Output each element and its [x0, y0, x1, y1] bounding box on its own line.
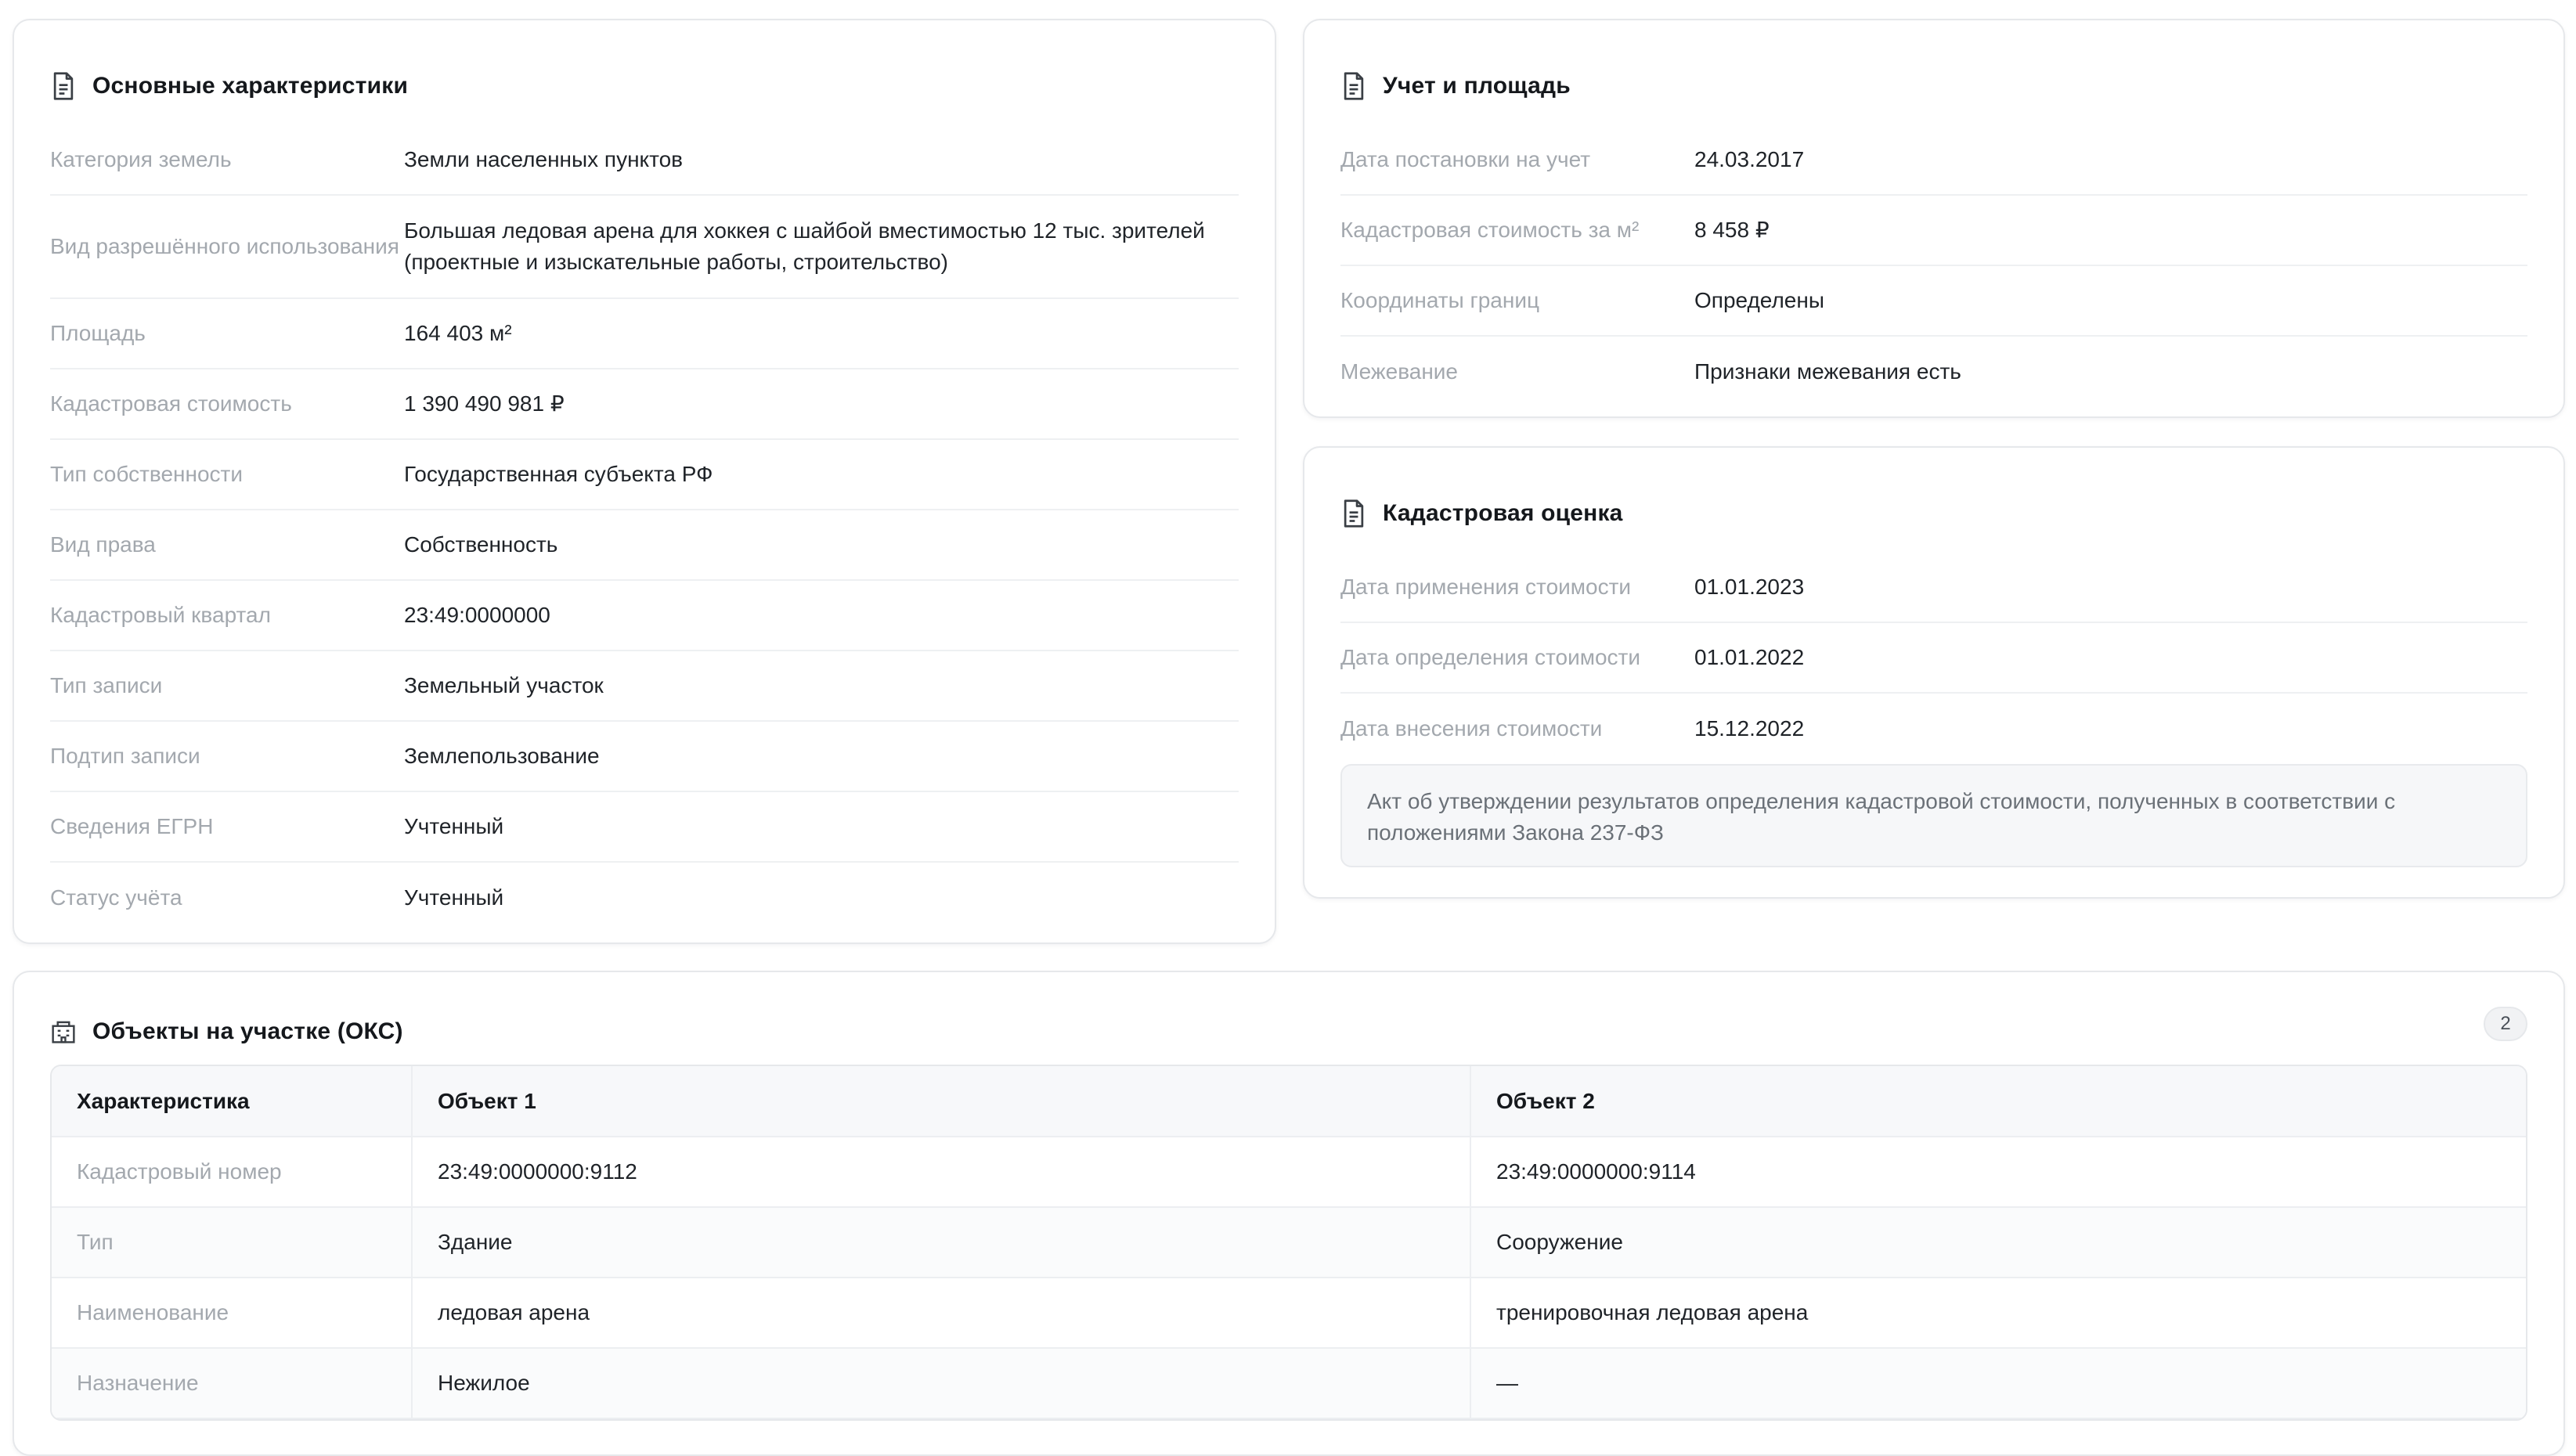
- info-row-cadastral-value: Кадастровая стоимость 1 390 490 981 ₽: [50, 369, 1239, 440]
- info-label: Вид разрешённого использования: [50, 234, 399, 258]
- info-value: Собственность: [404, 532, 558, 557]
- info-value: Учтенный: [404, 885, 504, 910]
- column-header: Объект 2: [1470, 1066, 2526, 1137]
- card-title: Учет и площадь: [1383, 73, 1571, 99]
- info-row-entry-date: Дата внесения стоимости 15.12.2022: [1340, 694, 2527, 764]
- info-value: 15.12.2022: [1694, 716, 1805, 741]
- building-icon: [52, 1021, 75, 1043]
- objects-table: Характеристика Объект 1 Объект 2 Кадастр…: [50, 1065, 2527, 1421]
- card-title: Кадастровая оценка: [1383, 500, 1623, 526]
- info-label: Дата применения стоимости: [1340, 575, 1632, 599]
- info-value: 01.01.2022: [1694, 645, 1805, 669]
- info-value: Признаки межевания есть: [1694, 359, 1961, 384]
- info-label: Кадастровая стоимость: [50, 391, 292, 416]
- table-cell: Нежилое: [411, 1348, 1470, 1419]
- info-row-surveying: Межевание Признаки межевания есть: [1340, 337, 2527, 407]
- info-label: Координаты границ: [1340, 288, 1540, 312]
- info-label: Площадь: [50, 321, 146, 345]
- info-value: 164 403 м²: [404, 321, 512, 345]
- table-row-label: Кадастровый номер: [52, 1137, 412, 1208]
- info-row-value-per-m2: Кадастровая стоимость за м² 8 458 ₽: [1340, 196, 2527, 266]
- card-header: Кадастровая оценка: [1340, 493, 1623, 534]
- info-label: Кадастровый квартал: [50, 603, 271, 627]
- objects-card: Объекты на участке (ОКС) 2 Характеристик…: [13, 971, 2565, 1456]
- info-value: Земельный участок: [404, 673, 604, 697]
- info-row-record-type: Тип записи Земельный участок: [50, 651, 1239, 722]
- table-cell: 23:49:0000000:9114: [1470, 1137, 2526, 1208]
- info-row-area: Площадь 164 403 м²: [50, 299, 1239, 369]
- info-value: Определены: [1694, 288, 1824, 312]
- info-label: Межевание: [1340, 359, 1459, 384]
- info-value: 24.03.2017: [1694, 147, 1805, 171]
- column-header: Характеристика: [52, 1066, 412, 1137]
- info-label: Категория земель: [50, 147, 232, 171]
- info-value: 01.01.2023: [1694, 575, 1805, 599]
- evaluation-rows: Дата применения стоимости 01.01.2023 Дат…: [1340, 553, 2527, 764]
- info-value: Землепользование: [404, 744, 600, 768]
- table-row-label: Назначение: [52, 1348, 412, 1419]
- info-label: Кадастровая стоимость за м²: [1340, 218, 1640, 242]
- info-label: Вид права: [50, 532, 156, 557]
- card-header: Объекты на участке (ОКС): [50, 1011, 403, 1052]
- info-row-boundary-coordinates: Координаты границ Определены: [1340, 266, 2527, 337]
- card-header: Основные характеристики: [50, 66, 408, 106]
- table-cell: 23:49:0000000:9112: [411, 1137, 1470, 1208]
- info-row-egrn: Сведения ЕГРН Учтенный: [50, 792, 1239, 863]
- table-row-label: Тип: [52, 1207, 412, 1278]
- table-row: Наименование ледовая арена тренировочная…: [52, 1278, 2526, 1349]
- info-value: 8 458 ₽: [1694, 218, 1770, 242]
- info-row-determination-date: Дата определения стоимости 01.01.2022: [1340, 623, 2527, 694]
- registration-rows: Дата постановки на учет 24.03.2017 Кадас…: [1340, 125, 2527, 407]
- info-value: Учтенный: [404, 814, 504, 838]
- main-rows: Категория земель Земли населенных пункто…: [50, 125, 1239, 933]
- table-cell: —: [1470, 1348, 2526, 1419]
- info-label: Тип собственности: [50, 462, 243, 486]
- table-cell: Сооружение: [1470, 1207, 2526, 1278]
- info-value: Государственная субъекта РФ: [404, 462, 713, 486]
- info-row-permitted-use: Вид разрешённого использования Большая л…: [50, 196, 1239, 299]
- card-title: Основные характеристики: [92, 73, 409, 99]
- info-row-registration-status: Статус учёта Учтенный: [50, 863, 1239, 933]
- table-header-row: Характеристика Объект 1 Объект 2: [52, 1066, 2526, 1137]
- card-header: Учет и площадь: [1340, 66, 1571, 106]
- info-label: Сведения ЕГРН: [50, 814, 214, 838]
- info-label: Подтип записи: [50, 744, 200, 768]
- info-label: Дата определения стоимости: [1340, 645, 1640, 669]
- table-cell: тренировочная ледовая арена: [1470, 1278, 2526, 1349]
- registration-card: Учет и площадь Дата постановки на учет 2…: [1303, 19, 2565, 418]
- info-label: Тип записи: [50, 673, 163, 697]
- table-row: Назначение Нежилое —: [52, 1348, 2526, 1419]
- info-row-record-subtype: Подтип записи Землепользование: [50, 722, 1239, 792]
- evaluation-act-note: Акт об утверждении результатов определен…: [1340, 764, 2527, 867]
- info-value: Большая ледовая арена для хоккея с шайбо…: [404, 218, 1205, 274]
- info-row-application-date: Дата применения стоимости 01.01.2023: [1340, 553, 2527, 623]
- main-characteristics-card: Основные характеристики Категория земель…: [13, 19, 1276, 944]
- info-label: Дата внесения стоимости: [1340, 716, 1603, 741]
- info-value: Земли населенных пунктов: [404, 147, 684, 171]
- table-cell: ледовая арена: [411, 1278, 1470, 1349]
- card-title: Объекты на участке (ОКС): [92, 1018, 403, 1044]
- document-icon: [53, 72, 74, 100]
- info-row-ownership-type: Тип собственности Государственная субъек…: [50, 440, 1239, 510]
- table-row: Тип Здание Сооружение: [52, 1207, 2526, 1278]
- info-value: 23:49:0000000: [404, 603, 550, 627]
- info-row-cadastral-quarter: Кадастровый квартал 23:49:0000000: [50, 581, 1239, 651]
- table-cell: Здание: [411, 1207, 1470, 1278]
- column-header: Объект 1: [411, 1066, 1470, 1137]
- table-row-label: Наименование: [52, 1278, 412, 1349]
- cadastral-evaluation-card: Кадастровая оценка Дата применения стоим…: [1303, 446, 2565, 899]
- info-row-registration-date: Дата постановки на учет 24.03.2017: [1340, 125, 2527, 196]
- table-row: Кадастровый номер 23:49:0000000:9112 23:…: [52, 1137, 2526, 1208]
- objects-count-badge: 2: [2484, 1007, 2527, 1041]
- document-icon: [1344, 499, 1364, 528]
- info-row-right-type: Вид права Собственность: [50, 510, 1239, 581]
- info-value: 1 390 490 981 ₽: [404, 391, 565, 416]
- info-row-land-category: Категория земель Земли населенных пункто…: [50, 125, 1239, 196]
- info-label: Статус учёта: [50, 885, 182, 910]
- info-label: Дата постановки на учет: [1340, 147, 1591, 171]
- document-icon: [1344, 72, 1364, 100]
